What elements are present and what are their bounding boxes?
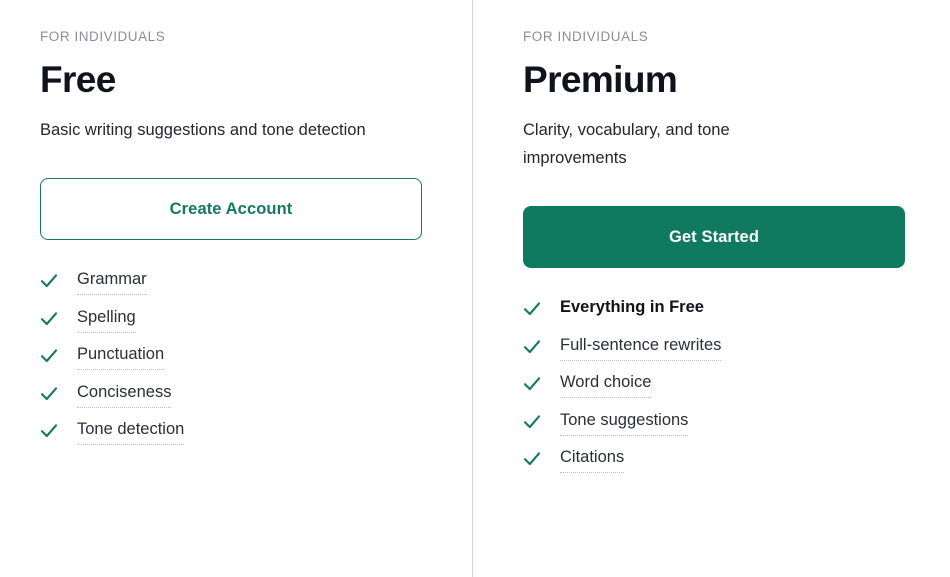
- plan-card-premium: FOR INDIVIDUALS Premium Clarity, vocabul…: [475, 0, 950, 577]
- check-icon: [523, 414, 541, 428]
- feature-label: Conciseness: [77, 381, 172, 408]
- feature-label: Tone detection: [77, 418, 185, 445]
- feature-label: Tone suggestions: [560, 409, 689, 436]
- check-icon: [40, 386, 58, 400]
- plan-card-free: FOR INDIVIDUALS Free Basic writing sugge…: [0, 0, 475, 577]
- list-item: Tone suggestions: [523, 409, 924, 447]
- feature-label: Spelling: [77, 306, 136, 333]
- feature-label: Everything in Free: [560, 298, 704, 316]
- list-item: Conciseness: [40, 381, 449, 419]
- check-icon: [40, 349, 58, 363]
- plan-description-free: Basic writing suggestions and tone detec…: [40, 121, 366, 139]
- check-icon: [40, 274, 58, 288]
- list-item: Citations: [523, 446, 924, 484]
- list-item: Word choice: [523, 371, 924, 409]
- plan-description-premium: Clarity, vocabulary, and tone improvemen…: [523, 121, 730, 167]
- list-item: Everything in Free: [523, 296, 924, 334]
- feature-label: Full-sentence rewrites: [560, 334, 722, 361]
- list-item: Tone detection: [40, 418, 449, 456]
- check-icon: [40, 424, 58, 438]
- feature-label: Citations: [560, 446, 625, 473]
- create-account-button[interactable]: Create Account: [40, 178, 422, 240]
- check-icon: [40, 311, 58, 325]
- check-icon: [523, 339, 541, 353]
- plan-title-free: Free: [40, 59, 116, 100]
- feature-label: Grammar: [77, 268, 147, 295]
- check-icon: [523, 302, 541, 316]
- feature-label: Word choice: [560, 371, 652, 398]
- list-item: Full-sentence rewrites: [523, 334, 924, 372]
- feature-list-premium: Everything in Free Full-sentence rewrite…: [523, 296, 924, 484]
- plan-eyebrow-free: FOR INDIVIDUALS: [40, 29, 166, 44]
- plan-title-premium: Premium: [523, 59, 678, 100]
- check-icon: [523, 452, 541, 466]
- feature-label: Punctuation: [77, 343, 165, 370]
- get-started-button[interactable]: Get Started: [523, 206, 905, 268]
- list-item: Punctuation: [40, 343, 449, 381]
- plan-eyebrow-premium: FOR INDIVIDUALS: [523, 29, 649, 44]
- list-item: Grammar: [40, 268, 449, 306]
- check-icon: [523, 377, 541, 391]
- column-divider: [472, 0, 473, 577]
- list-item: Spelling: [40, 306, 449, 344]
- feature-list-free: Grammar Spelling Punctuation Conciseness: [40, 268, 449, 456]
- pricing-comparison: FOR INDIVIDUALS Free Basic writing sugge…: [0, 0, 950, 577]
